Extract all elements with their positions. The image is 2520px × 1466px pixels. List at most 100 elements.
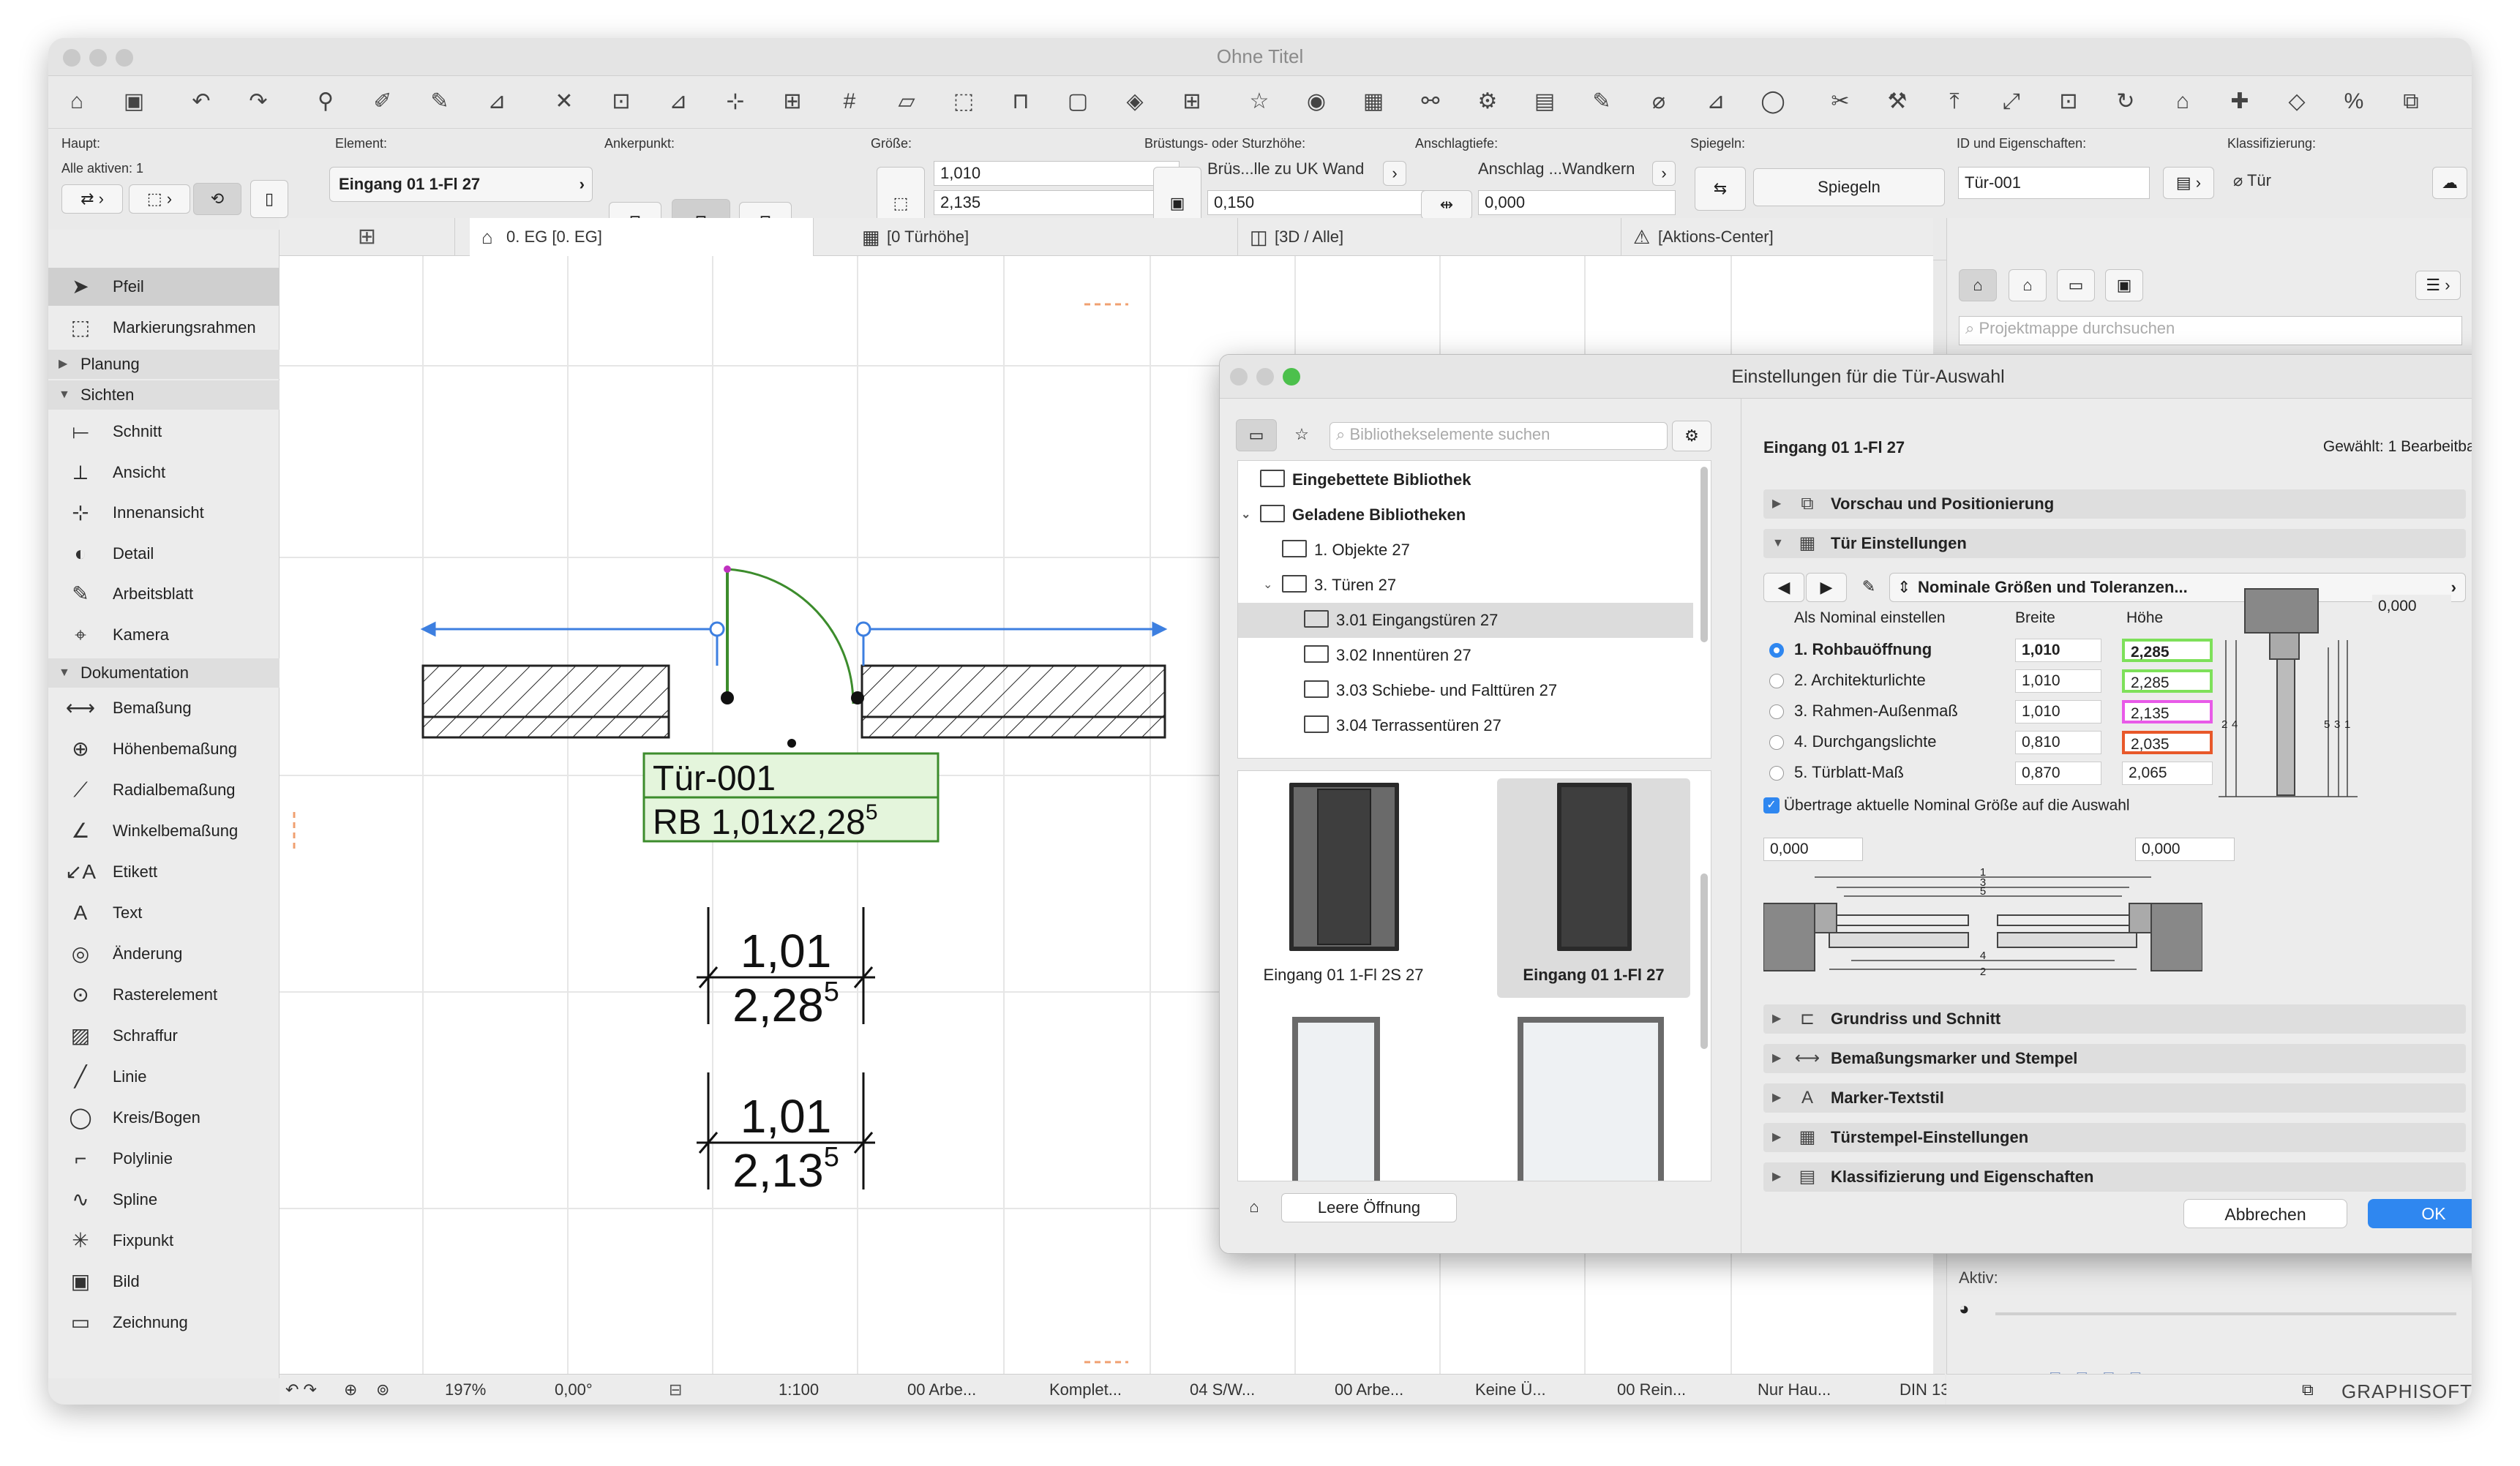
zoom-fit-icon[interactable]: ⊚ bbox=[376, 1380, 389, 1399]
graphic-override[interactable]: 00 Arbe... bbox=[1335, 1380, 1403, 1399]
empty-opening-button[interactable]: Leere Öffnung bbox=[1281, 1193, 1457, 1222]
library-tree-item[interactable]: 3.03 Schiebe- und Falttüren 27 bbox=[1238, 673, 1693, 708]
section-header[interactable]: ▼ ▦ Tür Einstellungen bbox=[1763, 529, 2466, 558]
layer-select-button[interactable]: ⇄ › bbox=[61, 184, 123, 214]
nominal-width-field[interactable]: 0,870 bbox=[2015, 762, 2101, 785]
selection-mode-button[interactable]: ⬚ › bbox=[129, 184, 190, 214]
dialog-zoom-button[interactable] bbox=[1283, 368, 1300, 386]
transfer-nominal-checkbox[interactable]: ✓ Übertrage aktuelle Nominal Größe auf d… bbox=[1763, 797, 2217, 822]
tag-icon[interactable]: ⌀ bbox=[1642, 85, 1676, 119]
reveal-field[interactable]: 0,000 bbox=[1478, 190, 1676, 215]
nominal-height-field[interactable]: 2,135 bbox=[2122, 700, 2213, 723]
tool-elevation[interactable]: ⟂ Ansicht bbox=[48, 454, 280, 492]
nominal-width-field[interactable]: 1,010 bbox=[2015, 669, 2101, 693]
nominal-height-field[interactable]: 2,285 bbox=[2122, 669, 2213, 693]
tab-overview-icon[interactable]: ⊞ bbox=[280, 218, 455, 256]
sill-mode[interactable]: Brüs...lle zu UK Wand bbox=[1207, 159, 1364, 178]
guide-icon[interactable]: ⊹ bbox=[719, 85, 752, 119]
nominal-height-field[interactable]: 2,035 bbox=[2122, 731, 2213, 754]
page-edit-icon[interactable]: ✎ bbox=[1853, 573, 1885, 602]
section-header[interactable]: ▶ ⊏ Grundriss und Schnitt bbox=[1763, 1004, 2466, 1034]
ok-button[interactable]: OK bbox=[2368, 1199, 2472, 1228]
tool-dimension[interactable]: ⟷ Bemaßung bbox=[48, 689, 280, 727]
reveal-mode-chevron[interactable]: › bbox=[1652, 161, 1676, 186]
tool-arrow[interactable]: ➤ Pfeil bbox=[48, 268, 280, 306]
classification-value[interactable]: ⌀ Tür bbox=[2233, 171, 2271, 190]
library-thumbnail[interactable] bbox=[1497, 1012, 1690, 1181]
circle-icon[interactable]: ◯ bbox=[1756, 85, 1790, 119]
group-sichten[interactable]: ▼ Sichten bbox=[48, 380, 280, 410]
tool-drawing[interactable]: ▭ Zeichnung bbox=[48, 1304, 280, 1342]
aktiv-slider[interactable] bbox=[1995, 1312, 2456, 1315]
orientation-angle[interactable]: 0,00° bbox=[555, 1380, 593, 1399]
section-header[interactable]: ▶ ⧉ Vorschau und Positionierung bbox=[1763, 489, 2466, 519]
cancel-button[interactable]: Abbrechen bbox=[2183, 1199, 2347, 1228]
library-tree-item[interactable]: ⌄ Geladene Bibliotheken bbox=[1238, 497, 1693, 533]
prev-page-button[interactable]: ◀ bbox=[1763, 573, 1804, 602]
section-header[interactable]: ▶ ▤ Klassifizierung und Eigenschaften bbox=[1763, 1162, 2466, 1192]
tab-action-center[interactable]: ⚠ [Aktions-Center] bbox=[1621, 218, 1987, 256]
group-icon[interactable]: ⊞ bbox=[1175, 85, 1209, 119]
snap-icon[interactable]: ⊿ bbox=[661, 85, 695, 119]
library-tree-item[interactable]: 1. Objekte 27 bbox=[1238, 533, 1693, 568]
fix-icon[interactable]: ✕ bbox=[547, 85, 581, 119]
element-selector[interactable]: Eingang 01 1-Fl 27 › bbox=[329, 167, 593, 202]
redo-icon[interactable]: ↷ bbox=[241, 85, 275, 119]
tool-spline[interactable]: ∿ Spline bbox=[48, 1181, 280, 1219]
panel-menu-button[interactable]: ☰ › bbox=[2415, 271, 2461, 300]
graphisoft-id[interactable]: GRAPHISOFT ID bbox=[2341, 1380, 2472, 1405]
tool-marquee[interactable]: ⬚ Markierungsrahmen bbox=[48, 309, 280, 347]
tool-polyline[interactable]: ⌐ Polylinie bbox=[48, 1140, 280, 1178]
nominal-width-field[interactable]: 1,010 bbox=[2015, 639, 2101, 662]
tool-line[interactable]: ╱ Linie bbox=[48, 1058, 280, 1096]
library-tree-item[interactable]: 3.01 Eingangstüren 27 bbox=[1238, 603, 1693, 638]
project-map-search[interactable]: ⌕ Projektmappe durchsuchen bbox=[1959, 316, 2462, 345]
zoom-level[interactable]: 197% bbox=[445, 1380, 486, 1399]
tool-worksheet[interactable]: ✎ Arbeitsblatt bbox=[48, 575, 280, 613]
copy-icon[interactable]: ⧉ bbox=[2394, 85, 2428, 119]
color-wheel-icon[interactable]: ◕ bbox=[1959, 1299, 1988, 1328]
scale-value[interactable]: 1:100 bbox=[779, 1380, 819, 1399]
dialog-minimize-button[interactable] bbox=[1256, 368, 1274, 386]
window-tile-icon[interactable]: ⧉ bbox=[2302, 1380, 2314, 1399]
next-page-button[interactable]: ▶ bbox=[1806, 573, 1847, 602]
magic-wand-icon[interactable]: ⟲ bbox=[193, 183, 241, 215]
tools-icon[interactable]: ⚒ bbox=[1880, 85, 1914, 119]
library-search[interactable]: ⌕ Bibliothekselemente suchen bbox=[1330, 422, 1668, 450]
view-map-icon[interactable]: ⌂ bbox=[2009, 269, 2047, 301]
plane-icon[interactable]: ⏥ bbox=[890, 85, 923, 119]
nominal-width-field[interactable]: 1,010 bbox=[2015, 700, 2101, 723]
group-planung[interactable]: ▶ Planung bbox=[48, 350, 280, 379]
lock-icon[interactable]: ⊓ bbox=[1004, 85, 1038, 119]
thumbs-scrollbar[interactable] bbox=[1700, 873, 1708, 1049]
frame-icon[interactable]: ▢ bbox=[1061, 85, 1095, 119]
pen-set[interactable]: 04 S/W... bbox=[1190, 1380, 1255, 1399]
grid-snap-icon[interactable]: # bbox=[833, 85, 866, 119]
layout-icon[interactable]: ⊞ bbox=[776, 85, 809, 119]
select-icon[interactable]: ◇ bbox=[2280, 85, 2314, 119]
tool-level-dimension[interactable]: ⊕ Höhenbemaßung bbox=[48, 730, 280, 768]
add-icon[interactable]: ✚ bbox=[2223, 85, 2257, 119]
mesh-icon[interactable]: ⊿ bbox=[1699, 85, 1733, 119]
library-thumbnail[interactable] bbox=[1247, 1012, 1440, 1181]
undo-view-icon[interactable]: ↶ ↷ bbox=[285, 1380, 317, 1399]
home-icon[interactable]: ⌂ bbox=[60, 85, 94, 119]
star-icon[interactable]: ☆ bbox=[1242, 85, 1276, 119]
tool-detail[interactable]: ◐ Detail bbox=[48, 535, 280, 573]
library-tree-item[interactable]: 3.02 Innentüren 27 bbox=[1238, 638, 1693, 673]
height-field[interactable]: 2,135 bbox=[934, 190, 1180, 215]
pick-up-icon[interactable]: ⚲ bbox=[309, 85, 342, 119]
sill-field[interactable]: 0,150 bbox=[1207, 190, 1453, 215]
folder-view-icon[interactable]: ▭ bbox=[1236, 419, 1277, 451]
tree-scrollbar[interactable] bbox=[1700, 467, 1708, 642]
tab-3d[interactable]: ◫ [3D / Alle] bbox=[1238, 218, 1621, 256]
library-settings-gear-icon[interactable]: ⚙ bbox=[1672, 421, 1711, 451]
section-header[interactable]: ▶ ▦ Türstempel-Einstellungen bbox=[1763, 1123, 2466, 1152]
link-icon[interactable]: ⚯ bbox=[1414, 85, 1447, 119]
section-header[interactable]: ▶ A Marker-Textstil bbox=[1763, 1083, 2466, 1113]
percent-icon[interactable]: % bbox=[2337, 85, 2371, 119]
save-icon[interactable]: ▣ bbox=[117, 85, 151, 119]
tool-interior-elevation[interactable]: ⊹ Innenansicht bbox=[48, 494, 280, 532]
nominal-radio[interactable] bbox=[1769, 674, 1784, 688]
tab-section[interactable]: ▦ [0 Türhöhe] bbox=[850, 218, 1238, 256]
